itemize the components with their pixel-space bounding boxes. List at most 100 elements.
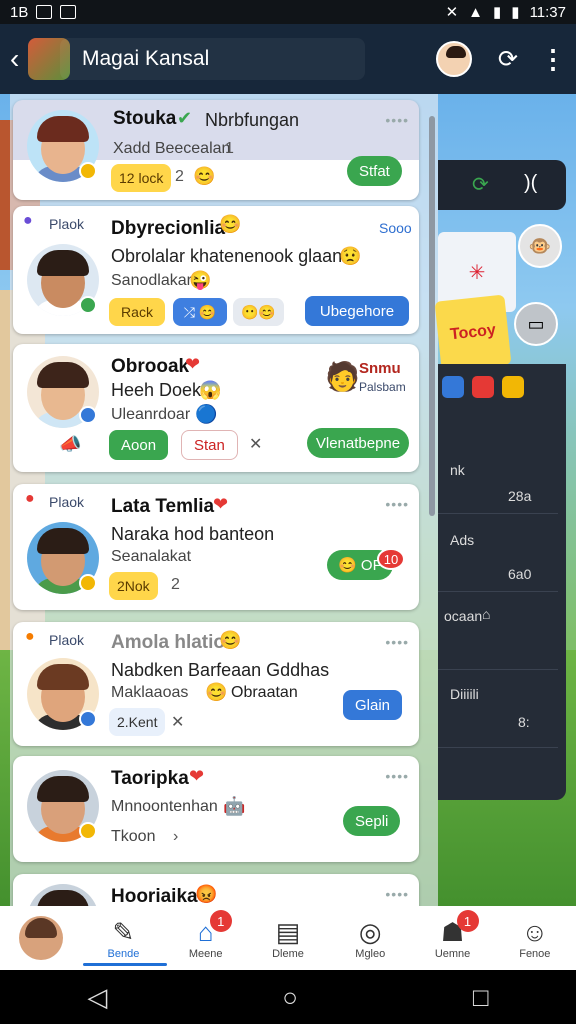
tag-chip[interactable]: Rack	[109, 298, 165, 326]
message-sub: Uleanrdoar	[111, 406, 191, 423]
mascot-icon[interactable]: 🐵	[518, 224, 562, 268]
message-preview: Heeh Doek	[111, 380, 202, 400]
side-row[interactable]: Ads 6a0	[438, 514, 558, 592]
more-icon[interactable]: ••••	[385, 886, 409, 902]
action-button[interactable]: Glain	[343, 690, 403, 720]
status-dot	[79, 406, 97, 424]
collapse-icon[interactable]: )(	[524, 172, 537, 195]
tag-chip[interactable]: 2.Kent	[109, 708, 166, 736]
contact-name: Obrooak	[111, 356, 190, 377]
tag-chip[interactable]: 12 lock	[111, 164, 172, 192]
status-bar: 1B ✕ ▲ ▮ ▮ 11:37	[0, 0, 576, 24]
home-icon: ⌂	[482, 606, 491, 622]
clock: 11:37	[529, 3, 566, 21]
avatar[interactable]	[435, 41, 472, 77]
side-icons	[442, 376, 524, 398]
megaphone-icon: 📣	[59, 434, 82, 454]
recents-icon[interactable]: □	[473, 982, 489, 1013]
side-row[interactable]: nk 28a	[438, 436, 558, 514]
side-chat[interactable]: nk 28a Ads 6a0 ocaan ⌂ Diiiili 8:	[438, 364, 566, 800]
scrollbar[interactable]	[429, 116, 435, 516]
nav-item-uemne[interactable]: ☗ 1 Uemne	[413, 906, 493, 970]
list-item[interactable]: ● Plaok •••• Lata Temlia ❤ Naraka hod ba…	[13, 484, 419, 610]
system-nav: ◁ ○ □	[0, 970, 576, 1024]
nav-label: Dleme	[272, 948, 304, 960]
nav-item-bende[interactable]: ✎ Bende	[83, 906, 168, 970]
list-item[interactable]: •••• Hooriaika 😡	[13, 874, 419, 906]
battery-icon: ▮	[511, 4, 520, 21]
home-circle-icon[interactable]: ○	[282, 982, 298, 1013]
notification-badge: 10	[377, 548, 405, 570]
reaction-count: 2	[171, 576, 180, 593]
shuffle-chip[interactable]: ⤮ 😊	[173, 298, 227, 326]
close-icon[interactable]: ✕	[171, 712, 184, 732]
tag-chip[interactable]: Tkoon	[111, 828, 155, 846]
close-icon[interactable]: ✕	[249, 434, 262, 454]
emoji-chip[interactable]: 😶😊	[233, 298, 284, 326]
right-sub: Palsbam	[359, 380, 406, 394]
list-item[interactable]: ● Plaok •••• Amola hlatio 😊 Nabdken Barf…	[13, 622, 419, 746]
contact-name: Taoripka	[111, 768, 189, 789]
nav-item-fenoe[interactable]: ☺ Fenoe	[495, 906, 575, 970]
stop-button[interactable]: Stan	[181, 430, 238, 460]
contact-name: Amola hlatio	[111, 632, 226, 653]
more-icon[interactable]: ••••	[385, 496, 409, 512]
nav-item-meene[interactable]: ⌂ 1 Meene	[166, 906, 246, 970]
calendar-icon: ▤	[275, 917, 301, 947]
emoji-icon: 🔵	[195, 404, 218, 424]
tag-icon: ●	[25, 490, 35, 507]
conversation-list[interactable]: Stouka ✔ Nbrbfungan •••• Xadd Beecealan …	[10, 94, 438, 906]
list-item[interactable]: Stouka ✔ Nbrbfungan •••• Xadd Beecealan …	[13, 100, 419, 200]
bookmark-icon[interactable]	[442, 376, 464, 398]
pen-icon: ✎	[112, 917, 135, 947]
card-tag: Plaok	[49, 216, 85, 232]
more-icon[interactable]: ••••	[385, 768, 409, 784]
nav-label: Uemne	[434, 948, 471, 960]
nav-profile[interactable]	[1, 906, 81, 970]
right-name: Snmu	[359, 360, 401, 377]
side-row[interactable]: ocaan ⌂	[438, 592, 558, 670]
flag-icon[interactable]	[472, 376, 494, 398]
card-extra: Sooo	[379, 220, 412, 236]
list-item[interactable]: Plaok ● Dbyrecionlia 😊 Sooo Obrolalar kh…	[13, 206, 419, 334]
avatar	[27, 884, 99, 906]
message-preview: Xadd Beecealan	[113, 140, 231, 157]
sticker-icon[interactable]	[502, 376, 524, 398]
side-row-text: Ads	[450, 532, 475, 548]
heart-icon: ❤	[213, 494, 229, 514]
side-panel[interactable]: ⟳ )( ✳ 🐵 Tocoy ▭ nk 28a Ads 6a0 ocaan ⌂	[434, 160, 566, 800]
side-row[interactable]: Diiiili 8:	[438, 670, 558, 748]
more-icon[interactable]: ••••	[385, 634, 409, 650]
notification-badge: 1	[456, 910, 479, 932]
back-arrow-icon[interactable]: ‹	[10, 43, 28, 75]
more-menu-icon[interactable]: ⋮	[540, 46, 566, 72]
more-icon[interactable]: ••••	[385, 112, 409, 128]
nav-item-mgleo[interactable]: ◎ Mgleo	[330, 906, 410, 970]
wifi-icon: ▲	[468, 3, 484, 21]
action-button[interactable]: Vlenatbepne	[307, 428, 409, 458]
message-preview: Obrolalar khatenenook glaant	[111, 246, 348, 266]
camera-switch-icon[interactable]: ⟳	[498, 45, 518, 74]
nav-item-dleme[interactable]: ▤ Dleme	[248, 906, 328, 970]
contact-name: Lata Temlia	[111, 496, 215, 517]
side-row-num: 28a	[508, 488, 532, 504]
verified-icon: ✔	[177, 108, 193, 128]
tv-icon[interactable]: ▭	[514, 302, 558, 346]
tag-chip[interactable]: 2Nok	[109, 572, 158, 600]
chevron-icon: ›	[173, 828, 179, 845]
sticker-banner[interactable]: Tocoy	[434, 294, 512, 372]
message-sub: Maklaaoas	[111, 684, 189, 701]
back-icon[interactable]: ◁	[87, 982, 107, 1013]
action-button[interactable]: Sepli	[343, 806, 401, 836]
contact-name: Stouka	[113, 108, 177, 129]
title-area	[60, 38, 365, 80]
start-button[interactable]: Stfat	[347, 156, 402, 186]
list-item[interactable]: •••• Taoripka ❤ Mnnoontenhan 🤖 Tkoon › S…	[13, 756, 419, 862]
message-sub: Seanalakat	[111, 548, 192, 565]
action-button[interactable]: Ubegehore	[305, 296, 409, 326]
notification-icon	[36, 5, 53, 19]
list-item[interactable]: 📣 Obrooak ❤ Heeh Doek 😱 Uleanrdoar 🔵 🧑 S…	[13, 344, 419, 472]
refresh-icon[interactable]: ⟳	[472, 172, 489, 197]
shuffle-button[interactable]: Aoon	[109, 430, 169, 460]
person-icon: ☺	[521, 917, 549, 947]
